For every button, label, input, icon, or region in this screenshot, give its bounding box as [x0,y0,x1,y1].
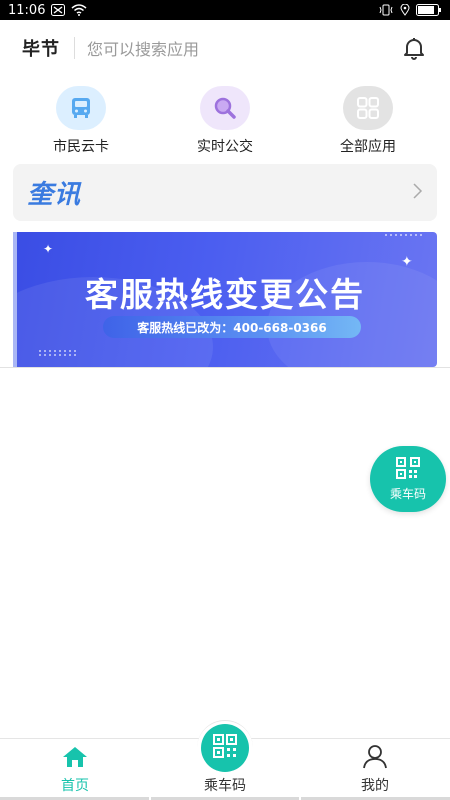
city-selector[interactable]: 毕节 [22,35,60,61]
quick-entries: 市民云卡 实时公交 全部应用 [0,86,450,156]
home-icon [61,745,89,773]
entry-label: 市民云卡 [53,139,109,155]
dots-decoration [39,350,77,356]
qr-code-icon [396,456,420,483]
qr-code-icon [212,733,238,763]
user-icon [361,743,389,773]
status-bar: 11:06 [0,0,450,20]
grid-icon [343,86,393,130]
nav-mine[interactable]: 我的 [300,739,450,800]
header-divider [74,37,75,59]
news-bar[interactable]: 奎讯 [13,164,437,221]
chevron-right-icon [411,181,423,205]
nav-label: 乘车码 [204,778,246,794]
sparkle-icon: ✦ [43,242,54,256]
banner-edge [13,232,17,367]
announcement-banner[interactable]: ✦ ✦ 客服热线变更公告 客服热线已改为：400-668-0366 [13,232,437,367]
app-header: 毕节 您可以搜索应用 [0,30,450,66]
status-time: 11:06 [8,2,46,18]
dots-decoration [385,234,423,236]
section-divider [0,367,450,368]
entry-all-apps[interactable]: 全部应用 [308,86,428,156]
location-icon [400,4,410,16]
entry-label: 全部应用 [340,139,396,155]
bus-icon [56,86,106,130]
entry-citizen-card[interactable]: 市民云卡 [21,86,141,156]
search-input[interactable]: 您可以搜索应用 [87,36,400,60]
nav-ride-code-button[interactable] [201,724,249,772]
battery-icon [416,4,442,16]
search-icon [200,86,250,130]
news-logo: 奎讯 [27,180,82,210]
bell-icon[interactable] [400,34,428,62]
float-button-label: 乘车码 [389,486,426,501]
banner-subtitle: 客服热线已改为：400-668-0366 [103,316,361,338]
entry-label: 实时公交 [197,139,253,155]
notification-icon [51,4,66,16]
entry-realtime-bus[interactable]: 实时公交 [165,86,285,156]
wifi-icon [71,4,87,16]
banner-title: 客服热线变更公告 [85,275,365,314]
nav-label: 首页 [61,778,89,794]
ride-code-float-button[interactable]: 乘车码 [370,446,446,512]
vibrate-icon [378,4,394,16]
nav-home[interactable]: 首页 [0,739,150,800]
nav-label: 我的 [361,778,389,794]
